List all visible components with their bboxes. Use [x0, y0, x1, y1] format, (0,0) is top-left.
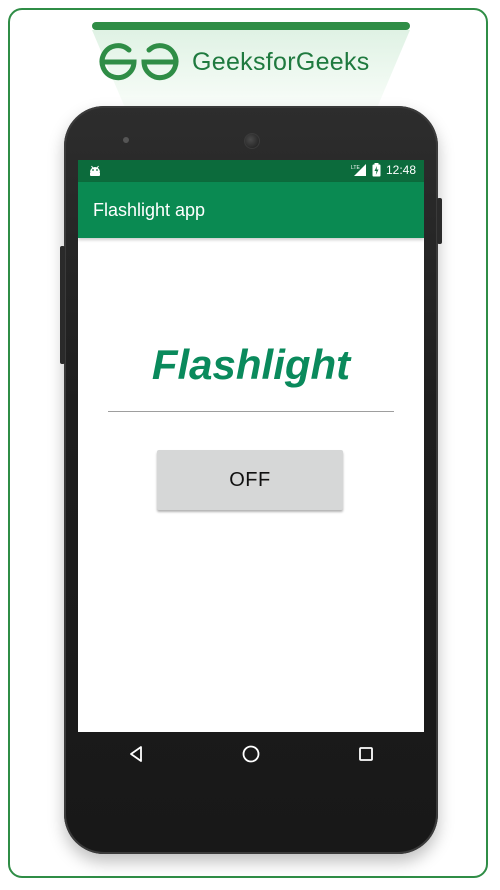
- battery-charging-icon: [372, 163, 381, 177]
- flashlight-heading: Flashlight: [151, 341, 351, 388]
- phone-screen: LTE 12:48 Flashlight app Flashlight OFF: [78, 160, 424, 732]
- brand-header: GeeksforGeeks: [98, 40, 370, 84]
- brand-name: GeeksforGeeks: [192, 47, 370, 76]
- back-icon[interactable]: [125, 743, 147, 765]
- volume-button: [60, 246, 65, 364]
- lte-signal-icon: LTE: [351, 164, 366, 176]
- navigation-bar: [78, 732, 424, 776]
- brand-top-bar: [92, 22, 410, 30]
- flashlight-toggle-button[interactable]: OFF: [157, 450, 343, 510]
- status-time: 12:48: [385, 163, 416, 177]
- app-bar: Flashlight app: [78, 182, 424, 238]
- speaker-dot: [123, 137, 129, 143]
- front-camera: [244, 133, 260, 149]
- power-button: [437, 198, 442, 244]
- divider: [108, 411, 394, 412]
- status-right-group: LTE 12:48: [351, 163, 416, 177]
- home-icon[interactable]: [240, 743, 262, 765]
- recents-icon[interactable]: [355, 743, 377, 765]
- svg-text:LTE: LTE: [351, 165, 360, 171]
- status-bar: LTE 12:48: [78, 160, 424, 182]
- gfg-logo-icon: [99, 43, 179, 81]
- app-title: Flashlight app: [93, 200, 206, 220]
- android-icon: [90, 165, 100, 176]
